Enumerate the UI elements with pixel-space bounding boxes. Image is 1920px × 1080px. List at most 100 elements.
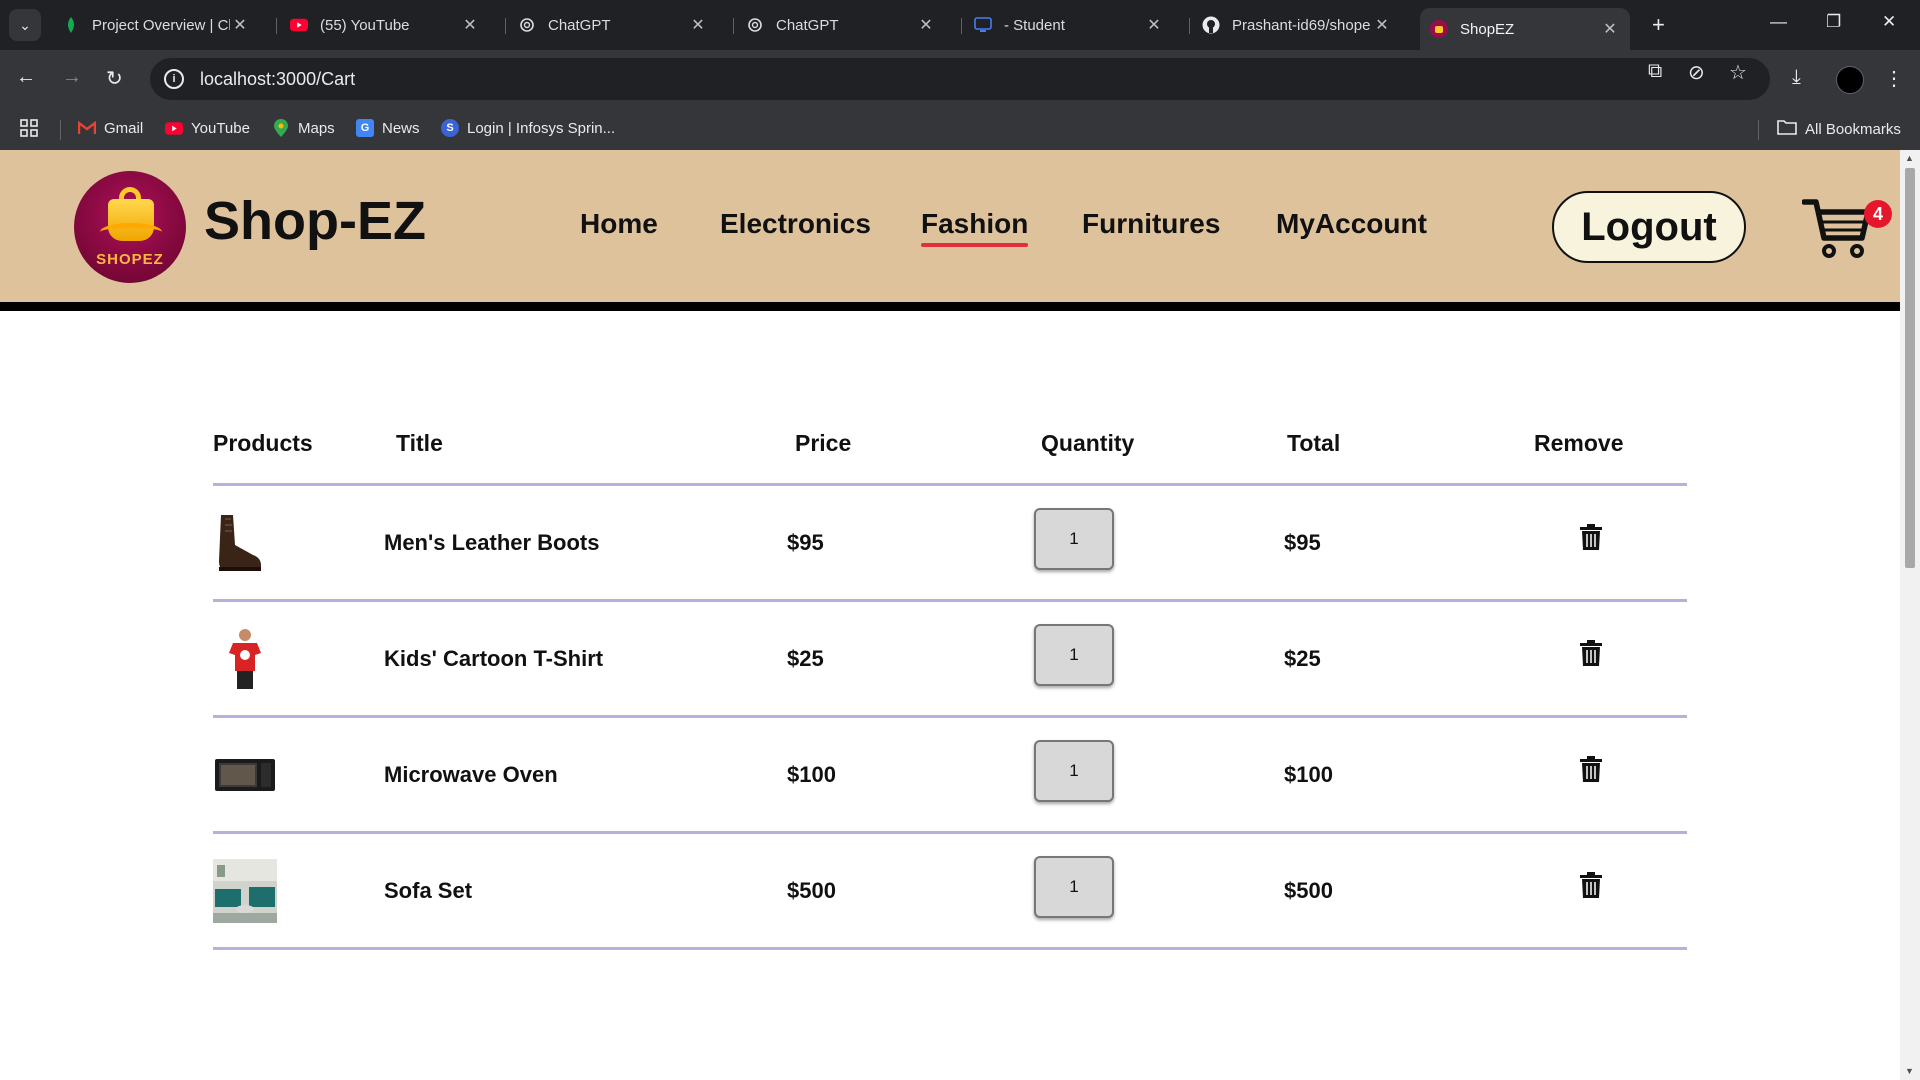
- kebab-menu-icon[interactable]: ⋮: [1884, 66, 1904, 91]
- nav-furnitures[interactable]: Furnitures: [1082, 208, 1220, 240]
- download-icon[interactable]: ⤓: [1792, 66, 1801, 89]
- install-app-icon[interactable]: ⧉: [1648, 60, 1662, 83]
- brand-name[interactable]: Shop-EZ: [204, 190, 426, 252]
- leaf-icon: [62, 16, 80, 34]
- tab-title: ChatGPT: [776, 16, 839, 34]
- tab-shopez[interactable]: ShopEZ ✕: [1420, 8, 1630, 50]
- tab-chatgpt-1[interactable]: ChatGPT ✕: [508, 8, 718, 42]
- header-title: Title: [396, 430, 443, 456]
- reload-icon: ↻: [106, 68, 123, 90]
- close-icon[interactable]: ✕: [1372, 15, 1392, 35]
- logout-button[interactable]: Logout: [1552, 191, 1746, 263]
- tab-search-button[interactable]: ⌄: [9, 9, 41, 41]
- bookmark-gmail[interactable]: Gmail: [78, 119, 143, 137]
- star-icon[interactable]: ☆: [1729, 60, 1747, 85]
- nav-home[interactable]: Home: [580, 208, 658, 240]
- trash-icon[interactable]: [1580, 524, 1602, 550]
- eye-slash-icon[interactable]: ⊘: [1688, 60, 1705, 85]
- nav-electronics[interactable]: Electronics: [720, 208, 871, 240]
- site-info-icon[interactable]: i: [164, 69, 184, 89]
- tab-student[interactable]: - Student ✕: [964, 8, 1174, 42]
- quantity-input[interactable]: [1034, 508, 1114, 570]
- shopez-icon: [1430, 20, 1448, 38]
- bookmark-news[interactable]: G News: [356, 119, 420, 137]
- bookmark-infosys[interactable]: S Login | Infosys Sprin...: [441, 119, 615, 137]
- product-total: $95: [1284, 530, 1321, 555]
- cart-count-badge: 4: [1864, 200, 1892, 228]
- header-remove: Remove: [1534, 430, 1624, 456]
- arrow-left-icon: ←: [16, 66, 36, 88]
- close-window-button[interactable]: ✕: [1882, 12, 1896, 32]
- header-total: Total: [1287, 430, 1341, 456]
- quantity-input[interactable]: [1034, 740, 1114, 802]
- bookmark-label: Gmail: [104, 119, 144, 137]
- tab-title: (55) YouTube: [320, 16, 410, 34]
- product-thumbnail-sofa[interactable]: [213, 859, 277, 923]
- tab-chatgpt-2[interactable]: ChatGPT ✕: [736, 8, 946, 42]
- all-bookmarks-label: All Bookmarks: [1805, 120, 1901, 138]
- scroll-up-icon[interactable]: ▲: [1905, 153, 1914, 163]
- shopez-logo[interactable]: SHOPEZ: [74, 171, 186, 283]
- close-icon[interactable]: ✕: [230, 15, 250, 35]
- chatgpt-icon: [746, 16, 764, 34]
- url-text: localhost:3000/Cart: [200, 68, 356, 89]
- tab-title: Prashant-id69/shope: [1232, 16, 1371, 34]
- page-scrollbar[interactable]: ▲ ▼: [1900, 150, 1920, 1080]
- browser-toolbar: ← → ↻ i localhost:3000/Cart ⧉ ⊘ ☆ ⤓ ⋮: [0, 50, 1920, 108]
- youtube-icon: [290, 16, 308, 34]
- new-tab-button[interactable]: +: [1652, 12, 1665, 38]
- maps-icon: [272, 119, 290, 137]
- product-total: $100: [1284, 762, 1333, 787]
- close-icon[interactable]: ✕: [1144, 15, 1164, 35]
- restore-button[interactable]: ❐: [1826, 12, 1841, 32]
- product-title: Kids' Cartoon T-Shirt: [384, 646, 604, 671]
- tab-project-overview[interactable]: Project Overview | Cl ✕: [52, 8, 260, 42]
- quantity-input[interactable]: [1034, 856, 1114, 918]
- chatgpt-icon: [518, 16, 536, 34]
- nav-fashion[interactable]: Fashion: [921, 208, 1029, 247]
- scrollbar-thumb[interactable]: [1905, 168, 1915, 568]
- trash-icon[interactable]: [1580, 872, 1602, 898]
- trash-icon[interactable]: [1580, 756, 1602, 782]
- bookmarks-bar: Gmail YouTube Maps G News S Login | Info…: [0, 108, 1920, 150]
- table-row: Kids' Cartoon T-Shirt $25 $25: [0, 602, 1900, 717]
- tab-separator: [276, 18, 277, 34]
- bookmark-youtube[interactable]: YouTube: [165, 119, 250, 137]
- close-icon[interactable]: ✕: [1600, 19, 1620, 39]
- product-thumbnail-microwave[interactable]: [213, 743, 277, 807]
- forward-button[interactable]: →: [62, 66, 82, 89]
- address-bar[interactable]: i localhost:3000/Cart: [150, 58, 1770, 100]
- github-icon: [1202, 16, 1220, 34]
- nav-myaccount[interactable]: MyAccount: [1276, 208, 1427, 240]
- quantity-input[interactable]: [1034, 624, 1114, 686]
- arrow-right-icon: →: [62, 66, 82, 88]
- product-price: $500: [787, 878, 836, 903]
- tab-separator: [961, 18, 962, 34]
- profile-avatar[interactable]: [1836, 66, 1864, 94]
- product-thumbnail-tshirt[interactable]: [213, 627, 277, 691]
- tab-youtube[interactable]: (55) YouTube ✕: [280, 8, 490, 42]
- close-icon[interactable]: ✕: [916, 15, 936, 35]
- trash-icon[interactable]: [1580, 640, 1602, 666]
- close-icon[interactable]: ✕: [460, 15, 480, 35]
- product-thumbnail-boots[interactable]: [213, 511, 277, 575]
- bookmark-label: News: [382, 119, 420, 137]
- bookmark-label: Maps: [298, 119, 335, 137]
- tab-title: - Student: [1004, 16, 1065, 34]
- cart-icon[interactable]: [1802, 196, 1872, 260]
- header-quantity: Quantity: [1041, 430, 1135, 456]
- all-bookmarks-button[interactable]: All Bookmarks: [1777, 119, 1901, 139]
- chevron-down-icon: ⌄: [19, 16, 31, 33]
- tab-strip: ⌄ Project Overview | Cl ✕ (55) YouTube ✕…: [0, 0, 1920, 50]
- close-icon[interactable]: ✕: [688, 15, 708, 35]
- monitor-icon: [974, 16, 992, 34]
- back-button[interactable]: ←: [16, 66, 36, 89]
- minimize-button[interactable]: —: [1770, 12, 1787, 32]
- bookmark-separator: [60, 120, 61, 140]
- reload-button[interactable]: ↻: [106, 66, 123, 91]
- apps-button[interactable]: [20, 119, 38, 141]
- plus-icon: +: [1652, 12, 1665, 37]
- scroll-down-icon[interactable]: ▼: [1905, 1066, 1914, 1076]
- bookmark-maps[interactable]: Maps: [272, 119, 335, 137]
- tab-github[interactable]: Prashant-id69/shope ✕: [1192, 8, 1402, 42]
